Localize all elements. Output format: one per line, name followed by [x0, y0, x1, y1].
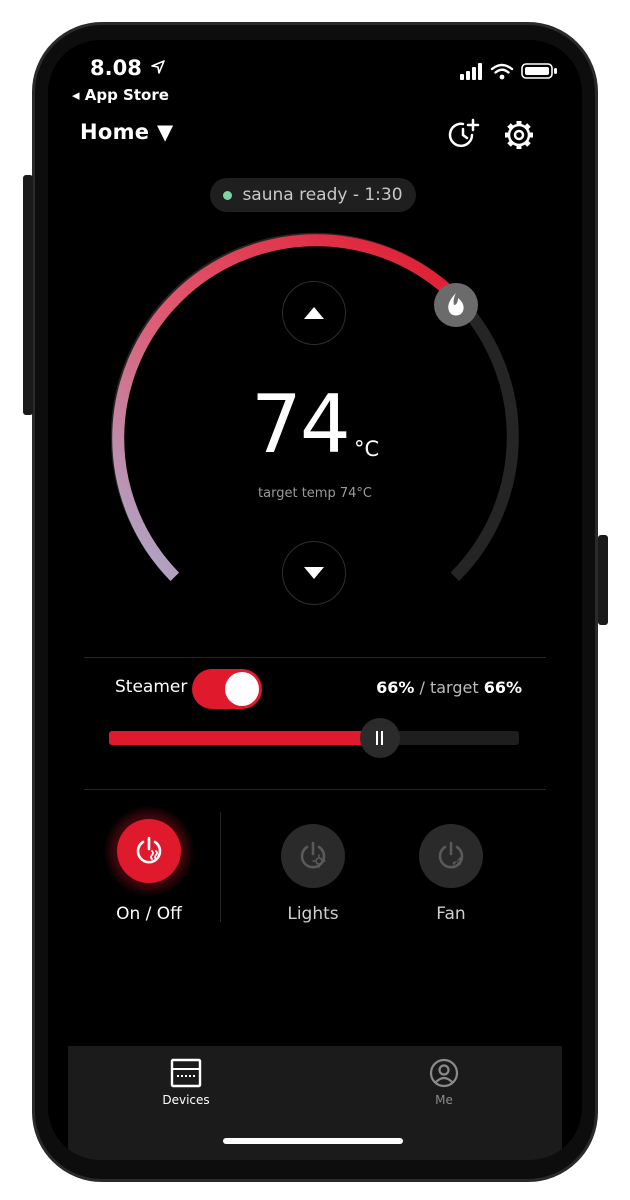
- tab-me-label: Me: [435, 1093, 453, 1107]
- steamer-toggle[interactable]: [192, 669, 262, 709]
- triangle-up-icon: [304, 307, 324, 319]
- tab-devices-label: Devices: [162, 1093, 210, 1107]
- tab-devices[interactable]: Devices: [136, 1058, 236, 1107]
- devices-icon: [170, 1058, 202, 1088]
- fan-button[interactable]: [419, 824, 483, 888]
- lights-button[interactable]: [281, 824, 345, 888]
- profile-icon: [429, 1058, 459, 1088]
- power-light-icon: [300, 841, 326, 869]
- power-fan-icon: [438, 841, 464, 869]
- toggle-knob: [225, 672, 259, 706]
- app-screen: 8.08 ◂ App Store Home ▼ sauna ready - 1:…: [48, 40, 582, 1160]
- fan-label: Fan: [436, 904, 466, 924]
- divider: [84, 789, 546, 790]
- heating-handle[interactable]: [434, 283, 478, 327]
- vertical-divider: [220, 812, 221, 922]
- steamer-level-text: 66% / target 66%: [376, 678, 522, 697]
- tab-me[interactable]: Me: [394, 1058, 494, 1107]
- steamer-slider-thumb[interactable]: [359, 718, 400, 758]
- current-temperature: 74: [251, 378, 351, 471]
- home-indicator[interactable]: [223, 1138, 403, 1144]
- triangle-down-icon: [304, 567, 324, 579]
- steamer-slider-fill: [109, 731, 380, 745]
- target-temperature-text: target temp 74°C: [258, 486, 372, 501]
- steamer-slider[interactable]: [109, 718, 519, 758]
- divider: [84, 657, 546, 658]
- power-button: [598, 535, 608, 625]
- temp-down-button[interactable]: [282, 541, 346, 605]
- power-toggle-button[interactable]: [117, 819, 181, 883]
- lights-label: Lights: [287, 904, 339, 924]
- temp-up-button[interactable]: [282, 281, 346, 345]
- steamer-label: Steamer: [115, 677, 188, 697]
- temperature-unit: °C: [354, 437, 380, 461]
- power-heat-icon: [136, 836, 162, 864]
- power-label: On / Off: [116, 904, 182, 924]
- volume-button: [23, 175, 33, 415]
